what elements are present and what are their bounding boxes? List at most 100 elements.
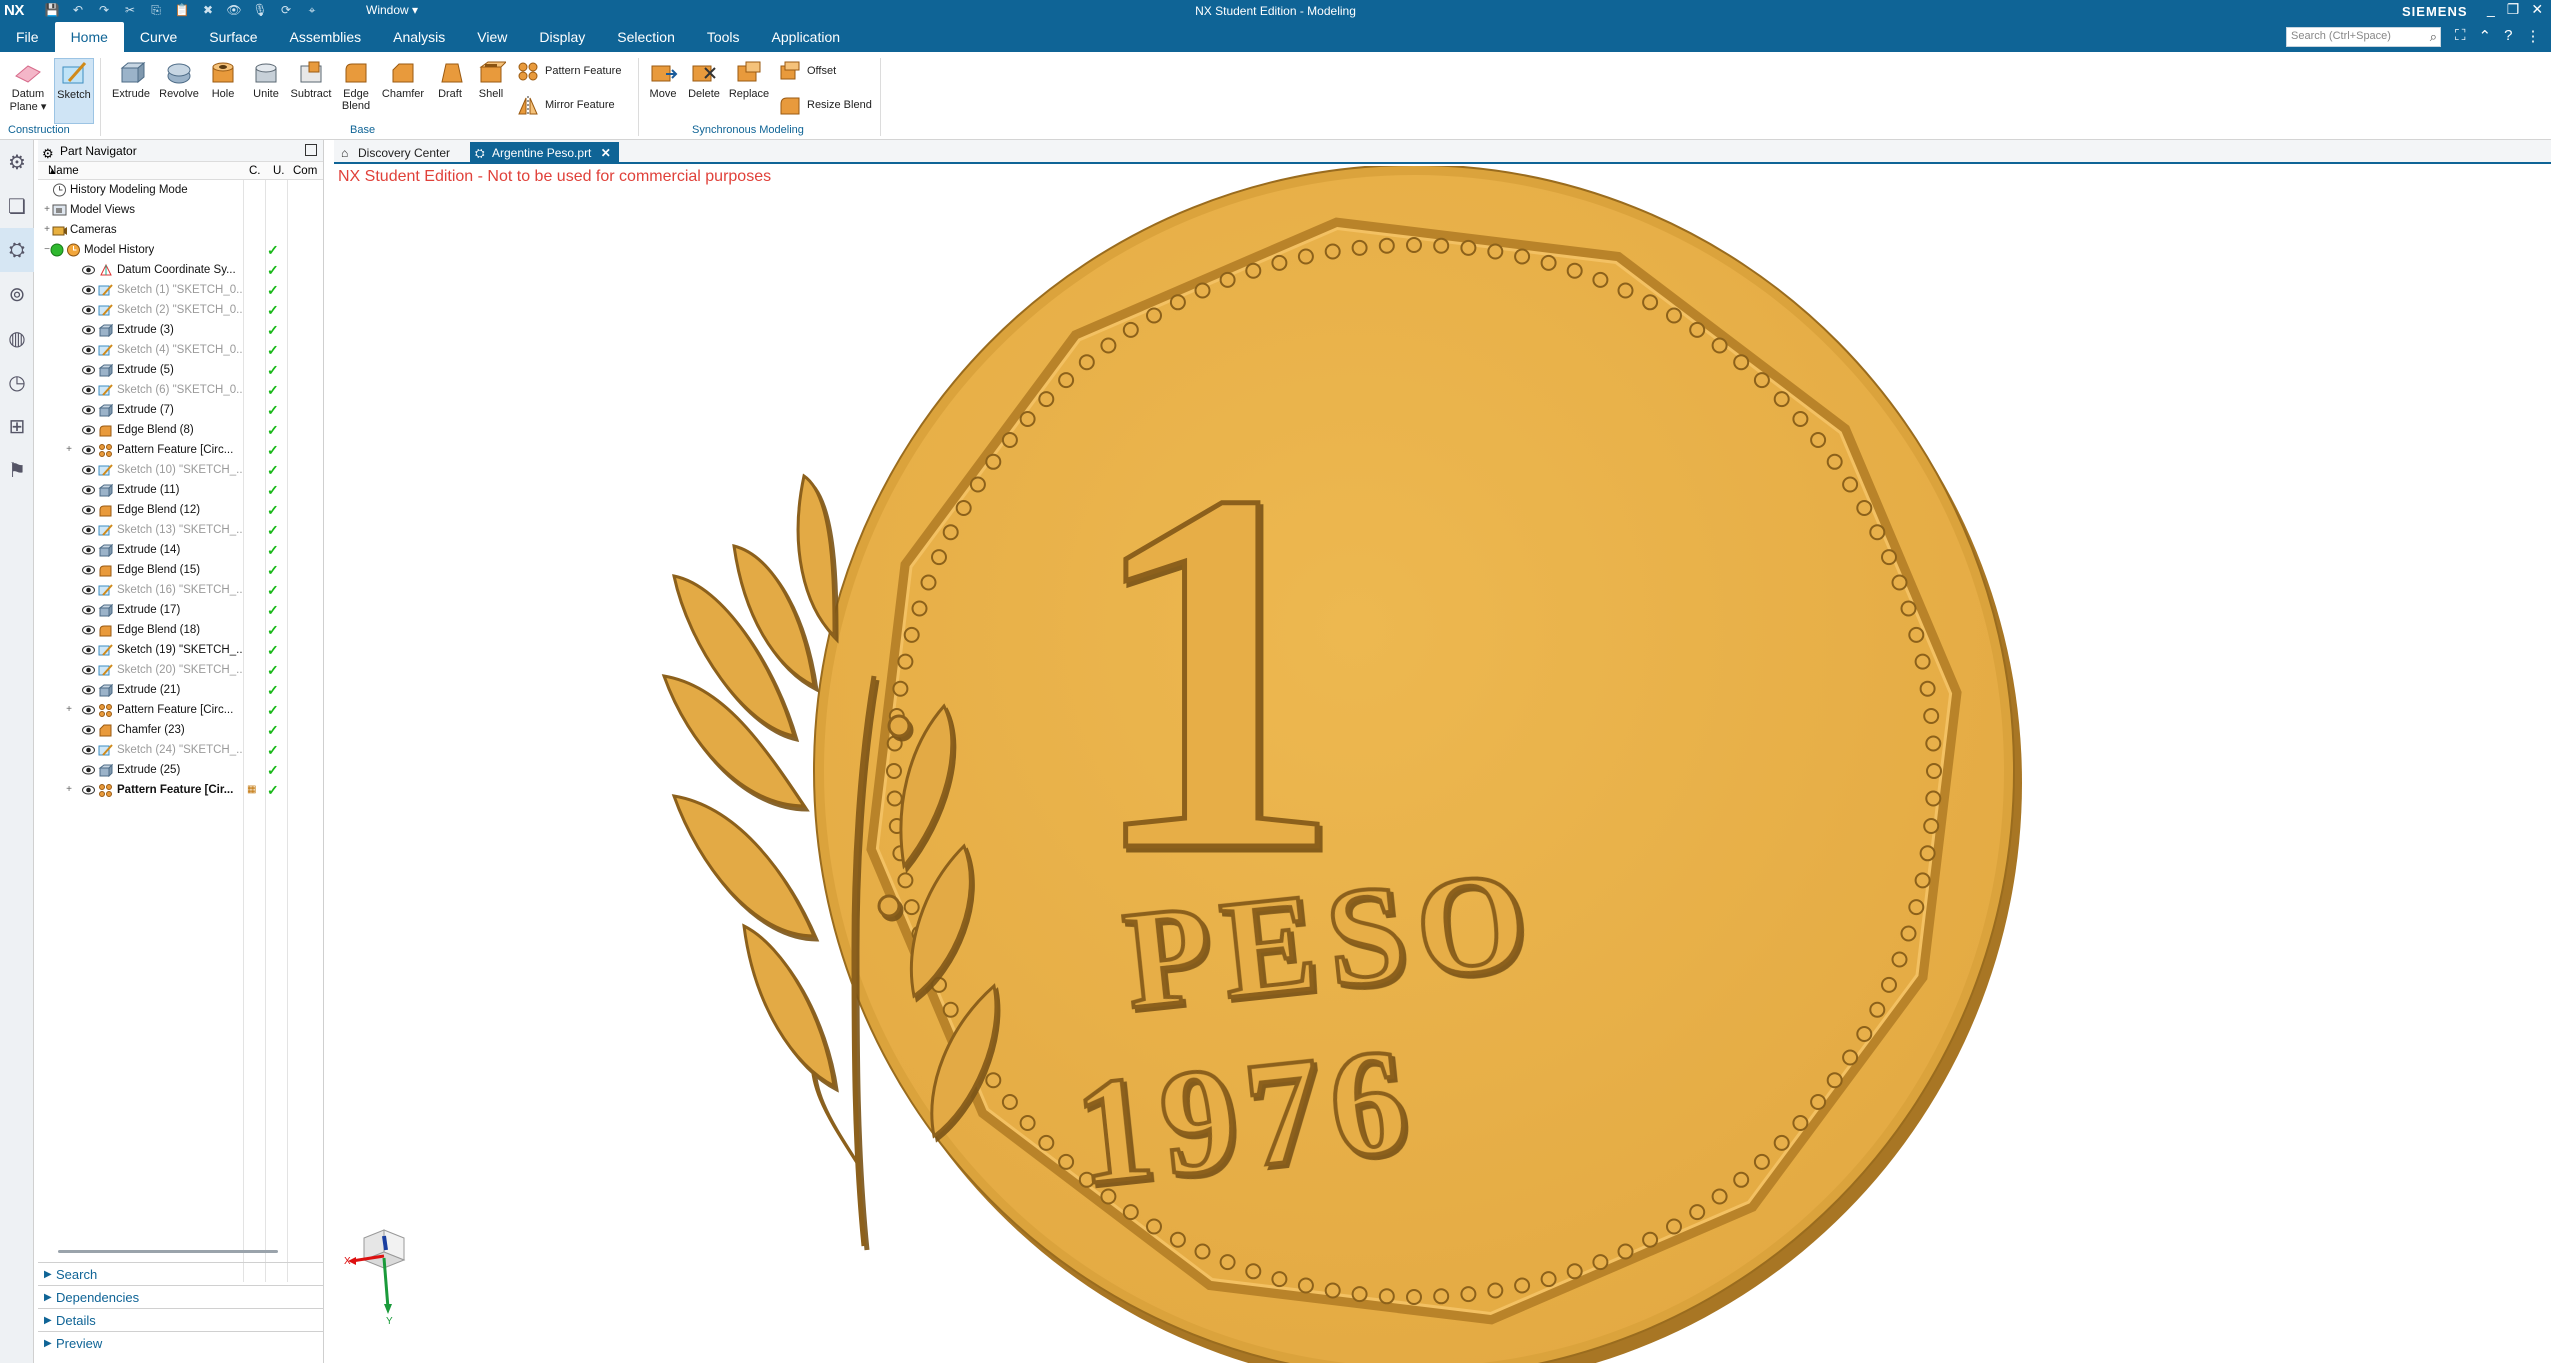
- revolve-button[interactable]: Revolve: [156, 58, 202, 100]
- shell-button[interactable]: Shell: [472, 58, 510, 100]
- visibility-eye-icon[interactable]: [82, 784, 95, 796]
- tree-row[interactable]: Sketch (2) "SKETCH_0... ✓: [38, 300, 324, 320]
- tree-row[interactable]: + Model Views: [38, 200, 324, 220]
- tab-assemblies[interactable]: Assemblies: [274, 22, 378, 52]
- paste-icon[interactable]: 📋: [174, 3, 190, 18]
- fullscreen-icon[interactable]: ⛶: [2455, 27, 2466, 45]
- delete-face-button[interactable]: Delete: [684, 58, 724, 100]
- visibility-eye-icon[interactable]: [82, 344, 95, 356]
- column-name[interactable]: Name ▲: [48, 162, 79, 180]
- redo-icon[interactable]: ↷: [96, 3, 112, 18]
- visibility-eye-icon[interactable]: [82, 524, 95, 536]
- tree-row[interactable]: Sketch (19) "SKETCH_... ✓: [38, 640, 324, 660]
- copy-icon[interactable]: ⎘: [148, 3, 164, 18]
- hide-show-icon[interactable]: 👁: [226, 3, 242, 18]
- tree-row[interactable]: Extrude (5) ✓: [38, 360, 324, 380]
- tree-row[interactable]: Edge Blend (12) ✓: [38, 500, 324, 520]
- visibility-eye-icon[interactable]: [82, 644, 95, 656]
- pane-search[interactable]: ▶ Search: [38, 1262, 324, 1285]
- tree-row[interactable]: − Model History ✓: [38, 240, 324, 260]
- tree-row[interactable]: Sketch (1) "SKETCH_0... ✓: [38, 280, 324, 300]
- delete-icon[interactable]: ✖: [200, 3, 216, 18]
- tab-surface[interactable]: Surface: [193, 22, 273, 52]
- visibility-eye-icon[interactable]: [82, 404, 95, 416]
- visibility-eye-icon[interactable]: [82, 504, 95, 516]
- draft-button[interactable]: Draft: [430, 58, 470, 100]
- touch-mode-icon[interactable]: ⟳: [278, 3, 294, 18]
- tree-row[interactable]: Sketch (4) "SKETCH_0... ✓: [38, 340, 324, 360]
- visibility-eye-icon[interactable]: [82, 764, 95, 776]
- visibility-eye-icon[interactable]: [82, 724, 95, 736]
- restore-button[interactable]: ❐: [2507, 1, 2520, 18]
- history-icon[interactable]: ◷: [0, 360, 34, 404]
- close-tab-button[interactable]: ✕: [601, 146, 611, 160]
- sketch-button[interactable]: Sketch: [54, 58, 94, 124]
- tree-row[interactable]: Sketch (10) "SKETCH_... ✓: [38, 460, 324, 480]
- visibility-eye-icon[interactable]: [82, 564, 95, 576]
- expand-icon[interactable]: +: [64, 440, 74, 460]
- tree-row[interactable]: Sketch (24) "SKETCH_... ✓: [38, 740, 324, 760]
- hole-button[interactable]: Hole: [204, 58, 242, 100]
- tab-display[interactable]: Display: [523, 22, 601, 52]
- maximize-panel-button[interactable]: [305, 144, 317, 156]
- move-face-button[interactable]: Move: [644, 58, 682, 100]
- window-menu[interactable]: Window ▾: [366, 3, 418, 17]
- column-c[interactable]: C.: [249, 162, 261, 180]
- close-button[interactable]: ✕: [2531, 1, 2543, 18]
- cut-icon[interactable]: ✂: [122, 3, 138, 18]
- visibility-eye-icon[interactable]: [82, 444, 95, 456]
- tab-selection[interactable]: Selection: [601, 22, 691, 52]
- replace-face-button[interactable]: Replace: [726, 58, 772, 100]
- visibility-eye-icon[interactable]: [82, 584, 95, 596]
- tree-row[interactable]: Sketch (16) "SKETCH_... ✓: [38, 580, 324, 600]
- visibility-eye-icon[interactable]: [82, 604, 95, 616]
- process-studio-icon[interactable]: ⊞: [0, 404, 34, 448]
- undo-icon[interactable]: ↶: [70, 3, 86, 18]
- tree-row[interactable]: Extrude (14) ✓: [38, 540, 324, 560]
- tree-row[interactable]: + Pattern Feature [Cir... ▦ ✓: [38, 780, 324, 800]
- tree-row[interactable]: Edge Blend (18) ✓: [38, 620, 324, 640]
- tree-row[interactable]: + Cameras: [38, 220, 324, 240]
- tree-row[interactable]: + Pattern Feature [Circ... ✓: [38, 440, 324, 460]
- tree-row[interactable]: Sketch (13) "SKETCH_... ✓: [38, 520, 324, 540]
- pane-preview[interactable]: ▶ Preview: [38, 1331, 324, 1354]
- tree-row[interactable]: Extrude (3) ✓: [38, 320, 324, 340]
- tree-row[interactable]: Edge Blend (8) ✓: [38, 420, 324, 440]
- tree-row[interactable]: Chamfer (23) ✓: [38, 720, 324, 740]
- tab-curve[interactable]: Curve: [124, 22, 193, 52]
- navigator-horizontal-scrollbar[interactable]: [58, 1250, 278, 1253]
- tree-row[interactable]: + Pattern Feature [Circ... ✓: [38, 700, 324, 720]
- mirror-feature-button[interactable]: Mirror Feature: [516, 94, 615, 116]
- visibility-eye-icon[interactable]: [82, 384, 95, 396]
- tree-row[interactable]: Edge Blend (15) ✓: [38, 560, 324, 580]
- edge-blend-button[interactable]: Edge Blend: [336, 58, 376, 112]
- pane-dependencies[interactable]: ▶ Dependencies: [38, 1285, 324, 1308]
- visibility-eye-icon[interactable]: [82, 544, 95, 556]
- tab-view[interactable]: View: [461, 22, 523, 52]
- tab-discovery-center[interactable]: ⌂ Discovery Center: [336, 142, 458, 164]
- expand-icon[interactable]: +: [42, 220, 52, 240]
- web-browser-icon[interactable]: ◍: [0, 316, 34, 360]
- tab-file[interactable]: File: [0, 22, 55, 52]
- pattern-feature-button[interactable]: Pattern Feature: [516, 60, 621, 82]
- tab-argentine-peso-part[interactable]: ⛭ Argentine Peso.prt ✕: [470, 142, 619, 164]
- expand-icon[interactable]: +: [64, 780, 74, 800]
- role-icon[interactable]: ⚑: [0, 448, 34, 492]
- visibility-eye-icon[interactable]: [82, 684, 95, 696]
- visibility-eye-icon[interactable]: [82, 664, 95, 676]
- tree-row[interactable]: Extrude (25) ✓: [38, 760, 324, 780]
- visibility-eye-icon[interactable]: [82, 744, 95, 756]
- tree-row[interactable]: Sketch (20) "SKETCH_... ✓: [38, 660, 324, 680]
- view-triad[interactable]: X Y: [344, 1216, 424, 1326]
- tree-row[interactable]: Extrude (21) ✓: [38, 680, 324, 700]
- save-icon[interactable]: 💾: [44, 3, 60, 18]
- column-u[interactable]: U.: [273, 162, 285, 180]
- tree-row[interactable]: Extrude (7) ✓: [38, 400, 324, 420]
- collapse-ribbon-icon[interactable]: ⌃: [2479, 27, 2492, 45]
- visibility-eye-icon[interactable]: [82, 324, 95, 336]
- tree-row[interactable]: Extrude (17) ✓: [38, 600, 324, 620]
- tree-row[interactable]: History Modeling Mode: [38, 180, 324, 200]
- command-search-input[interactable]: Search (Ctrl+Space) ⌕: [2286, 27, 2441, 47]
- subtract-button[interactable]: Subtract: [288, 58, 334, 100]
- visibility-eye-icon[interactable]: [82, 284, 95, 296]
